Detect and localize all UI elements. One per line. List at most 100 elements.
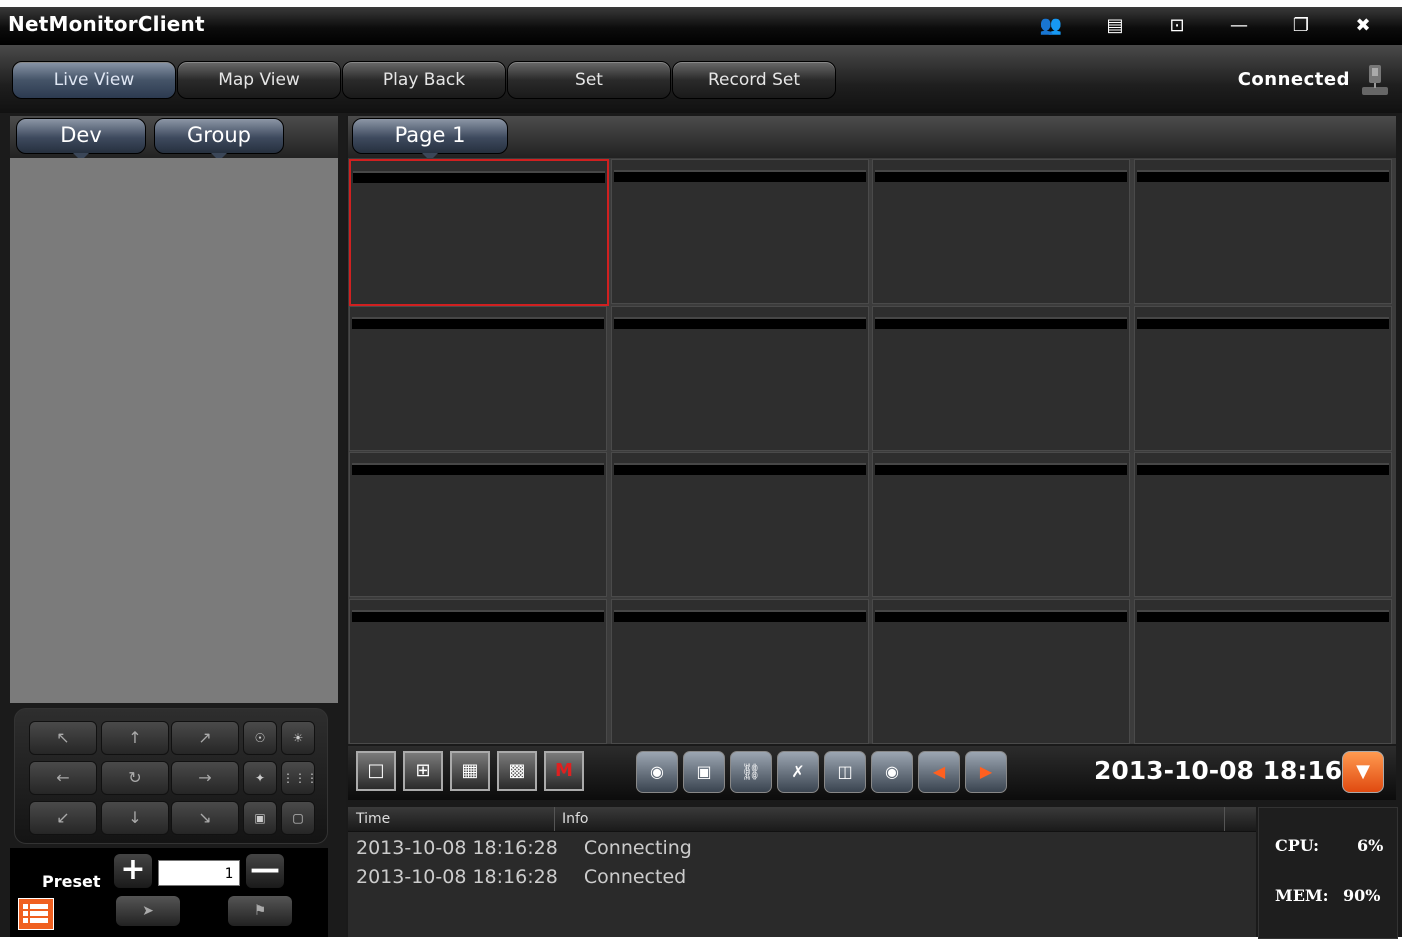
log-col-info[interactable]: Info bbox=[562, 811, 589, 827]
video-cell[interactable] bbox=[349, 306, 607, 451]
system-stats: CPU: 6% MEM: 90% bbox=[1258, 807, 1398, 939]
tab-group[interactable]: Group bbox=[154, 118, 284, 161]
close-icon[interactable]: ✖ bbox=[1348, 13, 1378, 39]
video-cell[interactable] bbox=[611, 599, 869, 744]
video-cell-titlebar bbox=[1137, 463, 1389, 475]
page-tab-bar: Page 1 bbox=[348, 116, 1396, 161]
network-icon bbox=[1360, 63, 1390, 99]
video-cell[interactable] bbox=[349, 159, 609, 306]
prev-icon[interactable]: ◀ bbox=[918, 751, 960, 793]
log-info: Connecting bbox=[583, 837, 692, 859]
video-cell[interactable] bbox=[1134, 306, 1392, 451]
video-cell-titlebar bbox=[875, 317, 1127, 329]
tab-live-view[interactable]: Live View bbox=[12, 61, 176, 99]
ptz-down-icon[interactable]: ↓ bbox=[101, 801, 169, 835]
preset-add-button[interactable]: + bbox=[114, 854, 152, 888]
video-cell[interactable] bbox=[1134, 159, 1392, 304]
video-grid bbox=[348, 158, 1396, 744]
minimize-icon[interactable]: — bbox=[1224, 13, 1254, 39]
save-icon[interactable]: ◫ bbox=[824, 751, 866, 793]
close-book-icon[interactable]: ✗ bbox=[777, 751, 819, 793]
preset-set-button[interactable]: ⚑ bbox=[228, 896, 292, 926]
restore-icon[interactable]: ❐ bbox=[1286, 13, 1316, 39]
preset-label: Preset bbox=[42, 872, 101, 891]
focus-near-icon[interactable]: ☉ bbox=[243, 721, 277, 755]
datetime-display: 2013-10-08 18:16:3 bbox=[1094, 756, 1370, 785]
ptz-up-icon[interactable]: ↑ bbox=[101, 721, 169, 755]
zoom-out-icon[interactable]: ⋮⋮⋮ bbox=[281, 761, 318, 795]
video-cell-titlebar bbox=[1137, 610, 1389, 622]
video-cell[interactable] bbox=[872, 599, 1130, 744]
video-cell-titlebar bbox=[875, 463, 1127, 475]
tab-play-back[interactable]: Play Back bbox=[342, 61, 506, 99]
tab-set[interactable]: Set bbox=[507, 61, 671, 99]
tab-record-set[interactable]: Record Set bbox=[672, 61, 836, 99]
video-cell-titlebar bbox=[352, 610, 604, 622]
split-16-icon[interactable]: ▩ bbox=[497, 751, 537, 791]
zoom-in-icon[interactable]: ✦ bbox=[243, 761, 277, 795]
video-cell[interactable] bbox=[349, 599, 607, 744]
ptz-down-left-icon[interactable]: ↙ bbox=[29, 801, 97, 835]
tab-page-1[interactable]: Page 1 bbox=[352, 118, 508, 161]
tab-map-view[interactable]: Map View bbox=[177, 61, 341, 99]
snapshot-icon[interactable]: ▣ bbox=[683, 751, 725, 793]
video-cell[interactable] bbox=[611, 159, 869, 304]
record-icon[interactable]: ◉ bbox=[636, 751, 678, 793]
fullscreen-icon[interactable]: ⊡ bbox=[1162, 13, 1192, 39]
video-cell[interactable] bbox=[1134, 452, 1392, 597]
video-cell-titlebar bbox=[614, 170, 866, 182]
video-cell[interactable] bbox=[872, 452, 1130, 597]
focus-far-icon[interactable]: ☀ bbox=[281, 721, 315, 755]
log-col-time[interactable]: Time bbox=[356, 811, 390, 827]
preset-list-icon[interactable] bbox=[18, 898, 54, 930]
video-cell-titlebar bbox=[614, 610, 866, 622]
cpu-label: CPU: bbox=[1275, 836, 1320, 855]
ptz-up-right-icon[interactable]: ↗ bbox=[171, 721, 239, 755]
preset-call-button[interactable]: ➤ bbox=[116, 896, 180, 926]
split-1-icon[interactable]: □ bbox=[356, 751, 396, 791]
device-tab-bar: Dev Group bbox=[10, 116, 338, 161]
ptz-auto-icon[interactable]: ↻ bbox=[101, 761, 169, 795]
video-cell[interactable] bbox=[349, 452, 607, 597]
iris-open-icon[interactable]: ▣ bbox=[243, 801, 277, 835]
video-cell[interactable] bbox=[611, 306, 869, 451]
video-cell[interactable] bbox=[872, 306, 1130, 451]
video-cell[interactable] bbox=[611, 452, 869, 597]
video-toolbar: □ ⊞ ▦ ▩ M ◉ ▣ ⛓ ✗ ◫ ◉ ◀ ▶ 2013-10-08 18:… bbox=[348, 746, 1396, 800]
video-cell-titlebar bbox=[1137, 317, 1389, 329]
video-cell-titlebar bbox=[353, 171, 605, 183]
preset-remove-button[interactable]: — bbox=[246, 854, 284, 888]
log-time: 2013-10-08 18:16:28 bbox=[356, 837, 558, 859]
video-cell-titlebar bbox=[875, 610, 1127, 622]
eye-icon[interactable]: ◉ bbox=[871, 751, 913, 793]
layout-icon[interactable]: ▤ bbox=[1100, 13, 1130, 39]
mem-label: MEM: bbox=[1275, 886, 1329, 905]
connection-status: Connected bbox=[1237, 69, 1350, 90]
log-row: 2013-10-08 18:16:28 Connected bbox=[356, 866, 686, 888]
preset-number-input[interactable]: 1 bbox=[158, 860, 240, 886]
split-custom-icon[interactable]: M bbox=[544, 751, 584, 791]
split-4-icon[interactable]: ⊞ bbox=[403, 751, 443, 791]
cpu-value: 6% bbox=[1357, 836, 1384, 855]
video-cell-titlebar bbox=[614, 463, 866, 475]
ptz-left-icon[interactable]: ← bbox=[29, 761, 97, 795]
ptz-up-left-icon[interactable]: ↖ bbox=[29, 721, 97, 755]
log-header: Time Info bbox=[348, 807, 1256, 832]
ptz-down-right-icon[interactable]: ↘ bbox=[171, 801, 239, 835]
next-icon[interactable]: ▶ bbox=[965, 751, 1007, 793]
log-panel: Time Info 2013-10-08 18:16:28 Connecting… bbox=[348, 807, 1256, 937]
open-book-icon[interactable]: ⛓ bbox=[730, 751, 772, 793]
video-cell[interactable] bbox=[1134, 599, 1392, 744]
app-title: NetMonitorClient bbox=[8, 12, 205, 36]
video-cell-titlebar bbox=[614, 317, 866, 329]
iris-close-icon[interactable]: ▢ bbox=[281, 801, 315, 835]
device-tree[interactable] bbox=[10, 158, 338, 703]
tab-dev[interactable]: Dev bbox=[16, 118, 146, 161]
ptz-right-icon[interactable]: → bbox=[171, 761, 239, 795]
users-icon[interactable]: 👥 bbox=[1036, 13, 1066, 39]
chevron-down-icon[interactable]: ▼ bbox=[1342, 751, 1384, 793]
log-info: Connected bbox=[583, 866, 687, 888]
split-9-icon[interactable]: ▦ bbox=[450, 751, 490, 791]
main-nav: Live View Map View Play Back Set Record … bbox=[0, 45, 1402, 113]
video-cell[interactable] bbox=[872, 159, 1130, 304]
